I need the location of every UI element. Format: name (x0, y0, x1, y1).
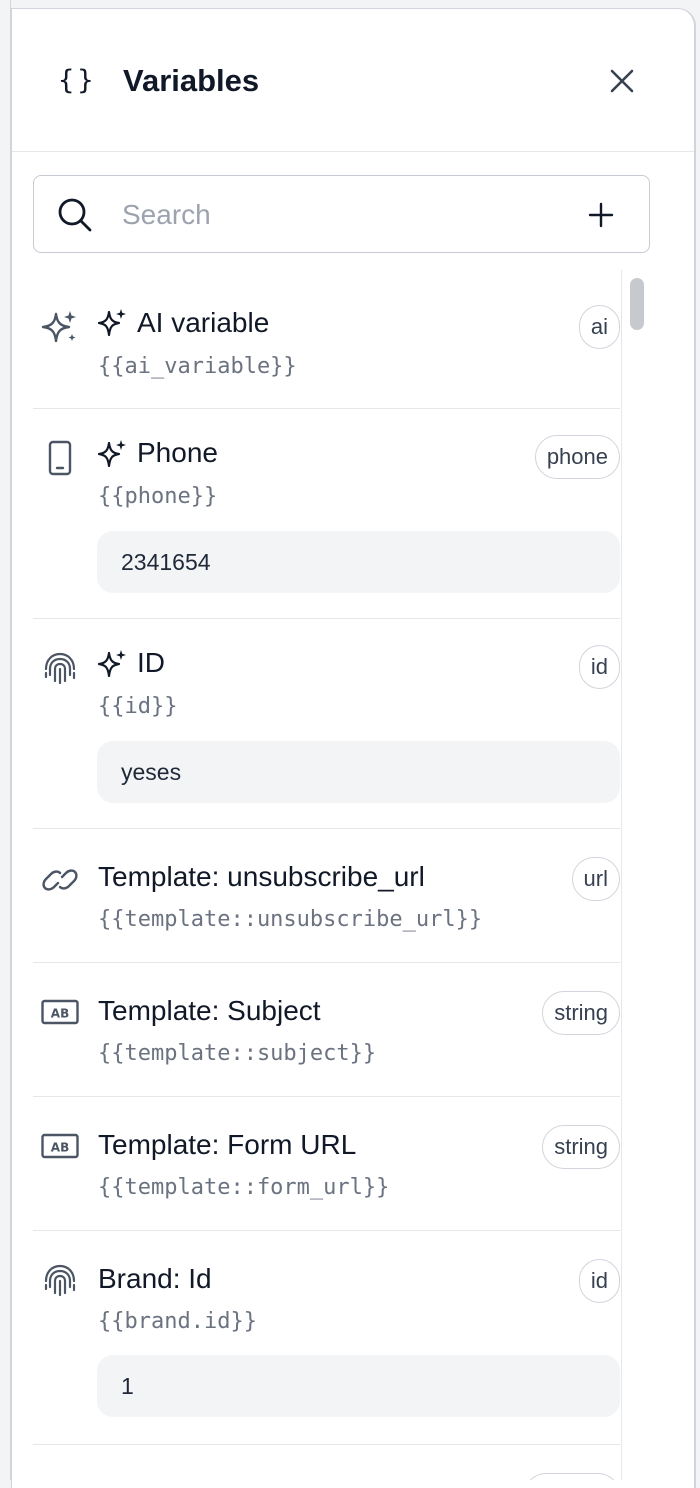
variable-value: yeses (97, 741, 620, 803)
close-button[interactable] (604, 63, 640, 99)
braces-icon: {} (58, 65, 97, 96)
variable-key: {{template::unsubscribe_url}} (98, 907, 483, 932)
variable-key: {{brand.id}} (98, 1309, 257, 1334)
variable-value: 1 (97, 1355, 620, 1417)
add-variable-button[interactable] (582, 196, 620, 234)
svg-text:AB: AB (51, 1141, 69, 1155)
left-pane-edge (0, 0, 11, 1480)
scrollbar-track (621, 270, 622, 1480)
variable-item[interactable]: Template: unsubscribe_url {{template::un… (33, 829, 620, 963)
variable-value: 2341654 (97, 531, 620, 593)
variable-name: Phone (137, 437, 218, 468)
variable-name: Brand: Id (98, 1263, 212, 1294)
variable-item[interactable]: AB Template: Form URL {{template::form_u… (33, 1097, 620, 1231)
text-ab-icon: AB (41, 999, 79, 1025)
variable-key: {{template::subject}} (98, 1041, 377, 1066)
ai-sparkle-icon (97, 309, 126, 337)
panel-title: Variables (123, 63, 260, 98)
variable-item[interactable]: ID {{id}} id yeses (33, 619, 620, 829)
fingerprint-icon (44, 652, 76, 685)
variable-name: AI variable (137, 307, 270, 338)
variable-name: Template: unsubscribe_url (98, 861, 425, 892)
variable-key: {{ai_variable}} (98, 354, 297, 379)
variable-name: Template: Subject (98, 995, 321, 1026)
variable-key: {{phone}} (98, 484, 218, 509)
variable-name: ID (137, 647, 165, 678)
variable-type-badge: string (542, 991, 620, 1035)
variable-item[interactable]: Brand: Id {{brand.id}} id 1 (33, 1231, 620, 1445)
variable-type-badge (524, 1473, 620, 1480)
variable-name: Template: Form URL (98, 1129, 357, 1160)
variable-type-badge: string (542, 1125, 620, 1169)
variable-item[interactable]: Phone {{phone}} phone 2341654 (33, 409, 620, 619)
variable-item[interactable] (33, 1445, 620, 1480)
variable-item[interactable]: AI variable {{ai_variable}} ai (33, 270, 620, 409)
ai-sparkle-icon (97, 650, 126, 678)
variable-type-badge: ai (578, 305, 620, 349)
variable-key: {{id}} (98, 694, 178, 719)
scrollbar-thumb[interactable] (630, 278, 644, 330)
ai-sparkle-icon (97, 440, 126, 468)
phone-icon (48, 440, 72, 476)
search-input[interactable] (120, 192, 564, 238)
variable-item[interactable]: AB Template: Subject {{template::subject… (33, 963, 620, 1097)
link-icon (42, 869, 78, 891)
variable-type-badge: phone (534, 435, 620, 479)
variable-type-badge: id (578, 1259, 620, 1303)
close-icon (610, 69, 634, 93)
variables-list: AI variable {{ai_variable}} ai Phone {{p… (33, 270, 620, 1480)
variable-key: {{template::form_url}} (98, 1175, 390, 1200)
text-ab-icon: AB (41, 1133, 79, 1159)
search-icon (58, 198, 92, 232)
variable-type-badge: url (571, 857, 620, 901)
fingerprint-icon (44, 1264, 76, 1297)
sparkles-icon (41, 311, 76, 343)
panel-header: {} Variables (12, 9, 694, 152)
search-bar (33, 175, 650, 253)
svg-text:AB: AB (51, 1007, 69, 1021)
variable-type-badge: id (578, 645, 620, 689)
